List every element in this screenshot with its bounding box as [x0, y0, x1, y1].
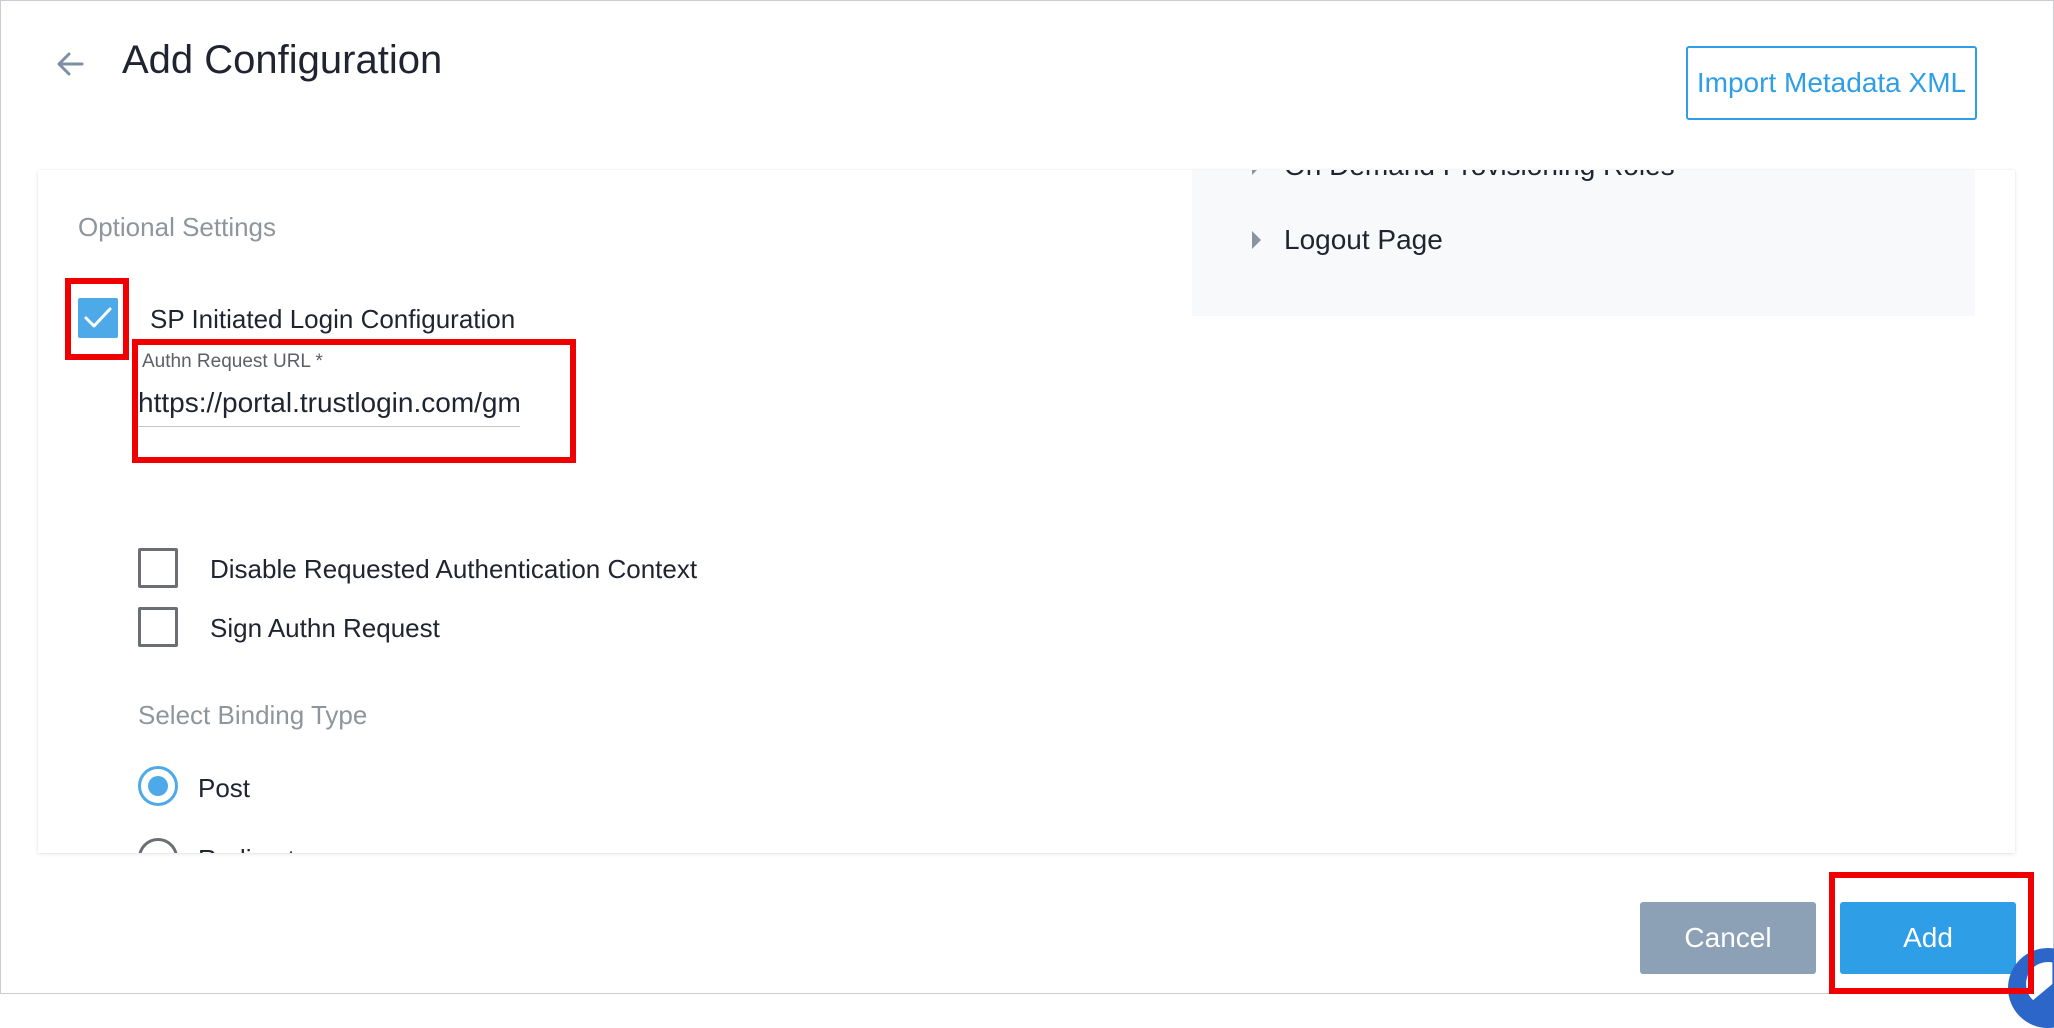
help-widget-glyph: [2026, 962, 2053, 1006]
binding-post-radio[interactable]: [138, 766, 178, 806]
page-title: Add Configuration: [122, 38, 443, 82]
right-settings-panel: On Demand Provisioning Roles Logout Page: [1192, 170, 1975, 316]
expandable-item-on-demand-provisioning-roles[interactable]: On Demand Provisioning Roles: [1192, 170, 1675, 182]
caret-right-icon: [1252, 231, 1261, 249]
expandable-item-label: Logout Page: [1284, 224, 1443, 255]
disable-requested-auth-context-checkbox[interactable]: [138, 548, 178, 588]
sp-initiated-login-checkbox[interactable]: [78, 298, 118, 338]
sign-authn-request-checkbox[interactable]: [138, 607, 178, 647]
sp-initiated-login-label: SP Initiated Login Configuration: [150, 304, 516, 334]
authn-request-url-input[interactable]: [138, 385, 520, 427]
authn-request-url-label: Authn Request URL *: [142, 351, 323, 372]
binding-type-label: Select Binding Type: [138, 700, 368, 730]
binding-redirect-label: Redirect: [198, 844, 295, 853]
expandable-item-label: On Demand Provisioning Roles: [1284, 170, 1675, 182]
import-metadata-xml-button[interactable]: Import Metadata XML: [1686, 46, 1977, 120]
radio-selected-dot: [148, 776, 168, 796]
binding-redirect-radio[interactable]: [138, 838, 178, 853]
expandable-item-logout-page[interactable]: Logout Page: [1192, 224, 1443, 256]
add-button[interactable]: Add: [1840, 902, 2016, 974]
configuration-card: On Demand Provisioning Roles Logout Page…: [38, 170, 2015, 853]
disable-requested-auth-context-label: Disable Requested Authentication Context: [210, 554, 698, 584]
back-arrow-icon[interactable]: [50, 44, 90, 84]
cancel-button[interactable]: Cancel: [1640, 902, 1816, 974]
optional-settings-label: Optional Settings: [78, 212, 277, 242]
sign-authn-request-label: Sign Authn Request: [210, 613, 440, 643]
binding-post-label: Post: [198, 773, 251, 803]
checkmark-icon: [84, 307, 112, 328]
caret-right-icon: [1252, 170, 1261, 175]
